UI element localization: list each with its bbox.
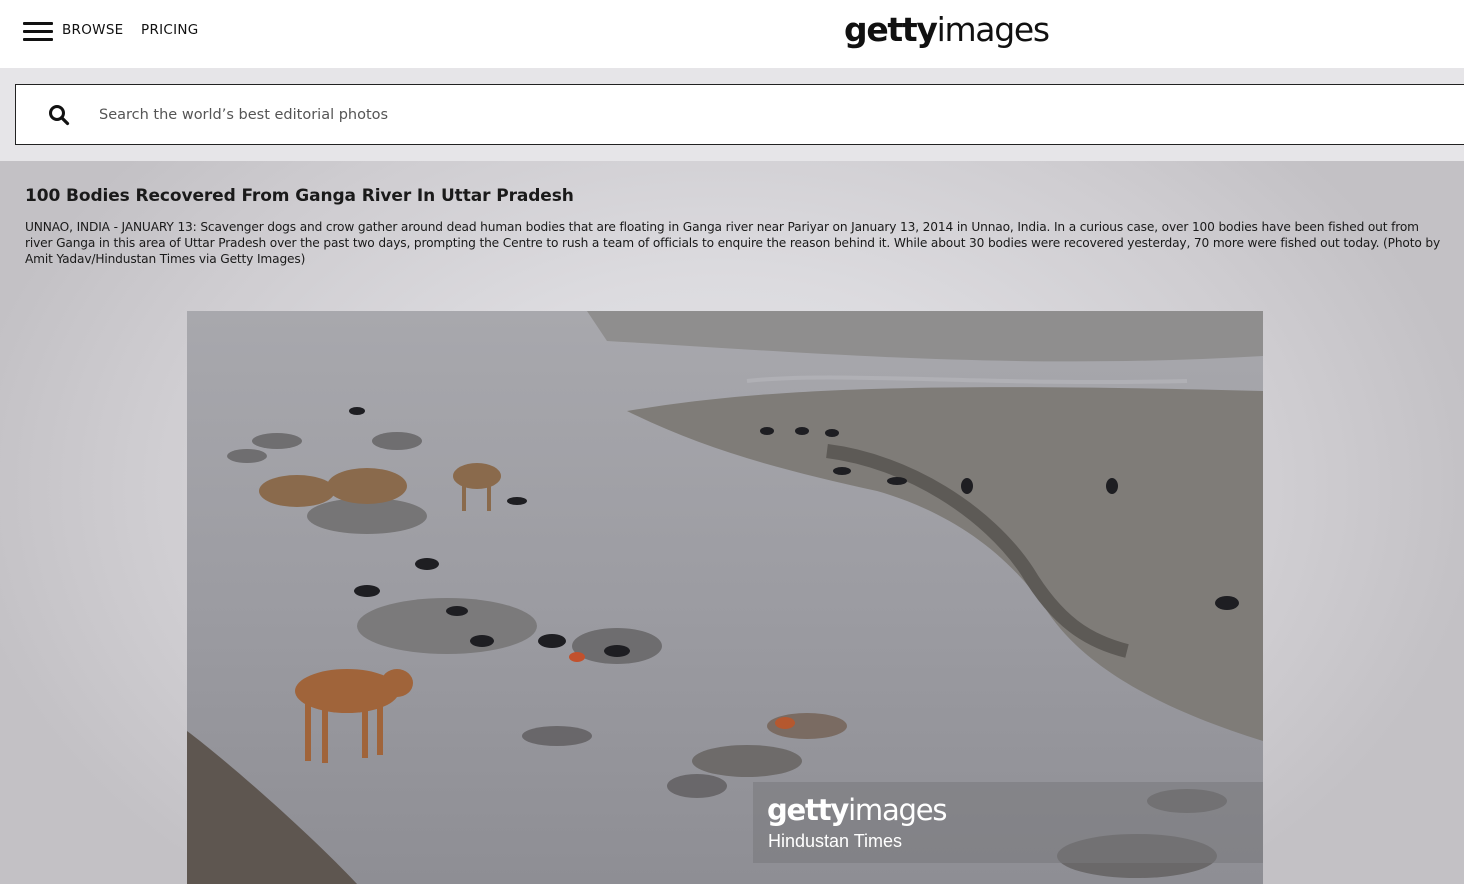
image-title: 100 Bodies Recovered From Ganga River In… <box>25 186 574 206</box>
hamburger-menu-icon[interactable] <box>23 20 53 42</box>
photo-watermark: gettyimages Hindustan Times <box>753 782 1263 863</box>
watermark-logo-light: images <box>848 793 947 827</box>
watermark-credit: Hindustan Times <box>768 831 903 851</box>
search-icon[interactable] <box>48 104 70 126</box>
watermark-logo-bold: getty <box>767 793 849 827</box>
nav-pricing-link[interactable]: PRICING <box>141 22 199 38</box>
search-input[interactable] <box>99 103 999 127</box>
nav-browse-link[interactable]: BROWSE <box>62 22 124 38</box>
top-header: BROWSE PRICING gettyimages <box>0 0 1464 68</box>
image-caption: UNNAO, INDIA - JANUARY 13: Scavenger dog… <box>25 220 1441 266</box>
gettyimages-logo[interactable]: gettyimages <box>844 8 1050 52</box>
logo-light-text: images <box>936 10 1050 49</box>
editorial-photo[interactable]: gettyimages Hindustan Times <box>187 311 1263 884</box>
logo-bold-text: getty <box>844 10 938 49</box>
watermark-logo: gettyimages <box>767 792 948 828</box>
search-bar <box>15 84 1464 145</box>
